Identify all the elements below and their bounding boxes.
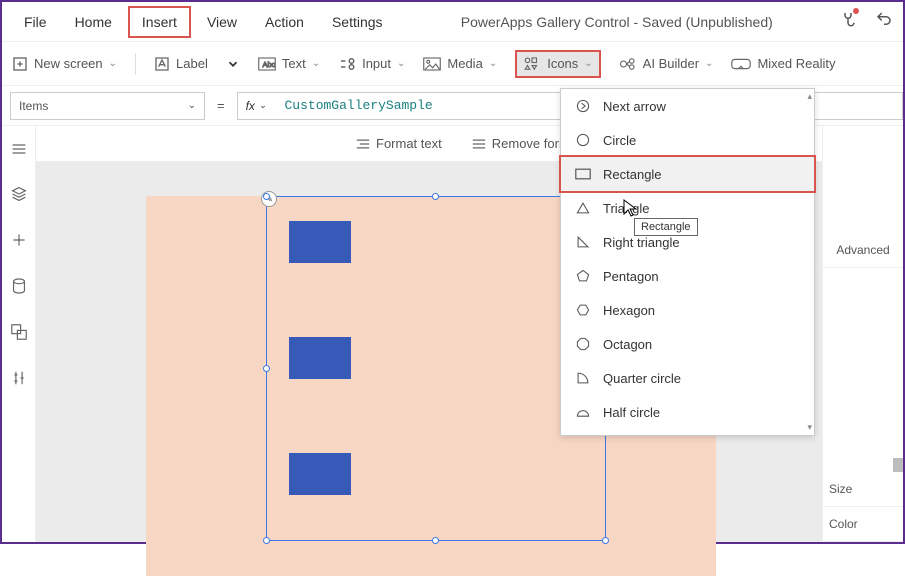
dd-circle[interactable]: Circle [561,123,814,157]
dd-half-circle[interactable]: Half circle [561,395,814,429]
tools-icon[interactable] [12,370,26,390]
media-button[interactable]: Media⌄ [423,56,497,71]
remove-format-icon [472,138,486,150]
menu-insert[interactable]: Insert [128,6,191,38]
ai-builder-button[interactable]: AI Builder⌄ [619,56,714,72]
menu-file[interactable]: File [12,8,59,36]
half-circle-icon [575,404,591,420]
dd-label: Hexagon [603,303,655,318]
text-button[interactable]: Abc Text⌄ [258,56,320,71]
dd-label: Right triangle [603,235,680,250]
fx-label: fx [246,99,255,113]
dd-pentagon[interactable]: Pentagon [561,259,814,293]
octagon-icon [575,336,591,352]
tooltip: Rectangle [634,218,698,236]
dd-rectangle[interactable]: Rectangle [559,155,816,193]
dd-hexagon[interactable]: Hexagon [561,293,814,327]
right-triangle-icon [575,234,591,250]
hexagon-icon [575,302,591,318]
dropdown-scroll-down[interactable]: ▾ [807,422,812,433]
layers-icon[interactable] [11,186,27,206]
svg-text:Abc: Abc [262,60,275,69]
menu-bar: File Home Insert View Action Settings Po… [2,2,903,42]
insert-toolbar: New screen⌄ Label Abc Text⌄ Input⌄ Media… [2,42,903,86]
gallery-item-rect[interactable] [289,337,351,379]
label-label: Label [176,56,208,71]
input-label: Input [362,56,391,71]
tree-icon[interactable] [11,142,27,160]
dd-label: Quarter circle [603,371,681,386]
media-tool-icon[interactable] [11,324,27,344]
text-label: Text [282,56,306,71]
media-label: Media [447,56,482,71]
icons-dropdown: ▴ Next arrow Circle Rectangle Triangle R… [560,88,815,436]
cursor-icon [623,199,637,220]
properties-panel: Advanced Size Color [822,126,903,542]
mixed-reality-icon [731,57,751,71]
dd-octagon[interactable]: Octagon [561,327,814,361]
circle-icon [575,132,591,148]
color-section[interactable]: Color [823,507,903,542]
add-icon[interactable] [11,232,27,252]
gallery-item-rect[interactable] [289,221,351,263]
ai-builder-label: AI Builder [643,56,699,71]
pentagon-icon [575,268,591,284]
dd-label: Circle [603,133,636,148]
equals: = [205,98,237,113]
panel-scrollbar[interactable] [893,458,903,472]
advanced-tab[interactable]: Advanced [823,233,903,268]
property-label: Items [19,99,48,113]
dd-label: Next arrow [603,99,666,114]
format-text-button[interactable]: Format text [356,136,442,151]
dd-label: Octagon [603,337,652,352]
icons-label: Icons [547,56,578,71]
dropdown-scroll-up[interactable]: ▴ [807,91,812,102]
size-section[interactable]: Size [823,472,903,507]
menu-view[interactable]: View [195,8,249,36]
input-button[interactable]: Input⌄ [338,56,405,72]
quarter-circle-icon [575,370,591,386]
dd-label: Half circle [603,405,660,420]
next-arrow-icon [575,98,591,114]
mixed-reality-button[interactable]: Mixed Reality [731,56,835,71]
dd-label: Rectangle [603,167,662,182]
text-icon: Abc [258,57,276,71]
data-icon[interactable] [12,278,26,298]
undo-icon[interactable] [875,10,893,33]
new-screen-button[interactable]: New screen⌄ [12,56,117,72]
left-toolbar [2,126,36,542]
media-icon [423,57,441,71]
triangle-icon [575,200,591,216]
app-title: PowerApps Gallery Control - Saved (Unpub… [399,14,835,30]
label-button[interactable]: Label [154,56,208,72]
dd-quarter-circle[interactable]: Quarter circle [561,361,814,395]
property-select[interactable]: Items ⌄ [10,92,205,120]
new-screen-icon [12,56,28,72]
format-text-icon [356,138,370,150]
fx-button[interactable]: fx⌄ [237,92,275,120]
rectangle-icon [575,166,591,182]
gallery-item-rect[interactable] [289,453,351,495]
mixed-reality-label: Mixed Reality [757,56,835,71]
health-icon[interactable] [839,10,857,33]
menu-home[interactable]: Home [63,8,124,36]
menu-settings[interactable]: Settings [320,8,395,36]
icons-button[interactable]: Icons⌄ [515,50,600,78]
input-icon [338,56,356,72]
menu-action[interactable]: Action [253,8,316,36]
label-dropdown[interactable] [226,57,240,71]
new-screen-label: New screen [34,56,103,71]
gallery-selection[interactable]: ✎ [266,196,606,541]
ai-builder-icon [619,56,637,72]
dd-label: Pentagon [603,269,659,284]
format-text-label: Format text [376,136,442,151]
label-icon [154,56,170,72]
dd-next-arrow[interactable]: Next arrow [561,89,814,123]
icons-icon [523,56,541,72]
